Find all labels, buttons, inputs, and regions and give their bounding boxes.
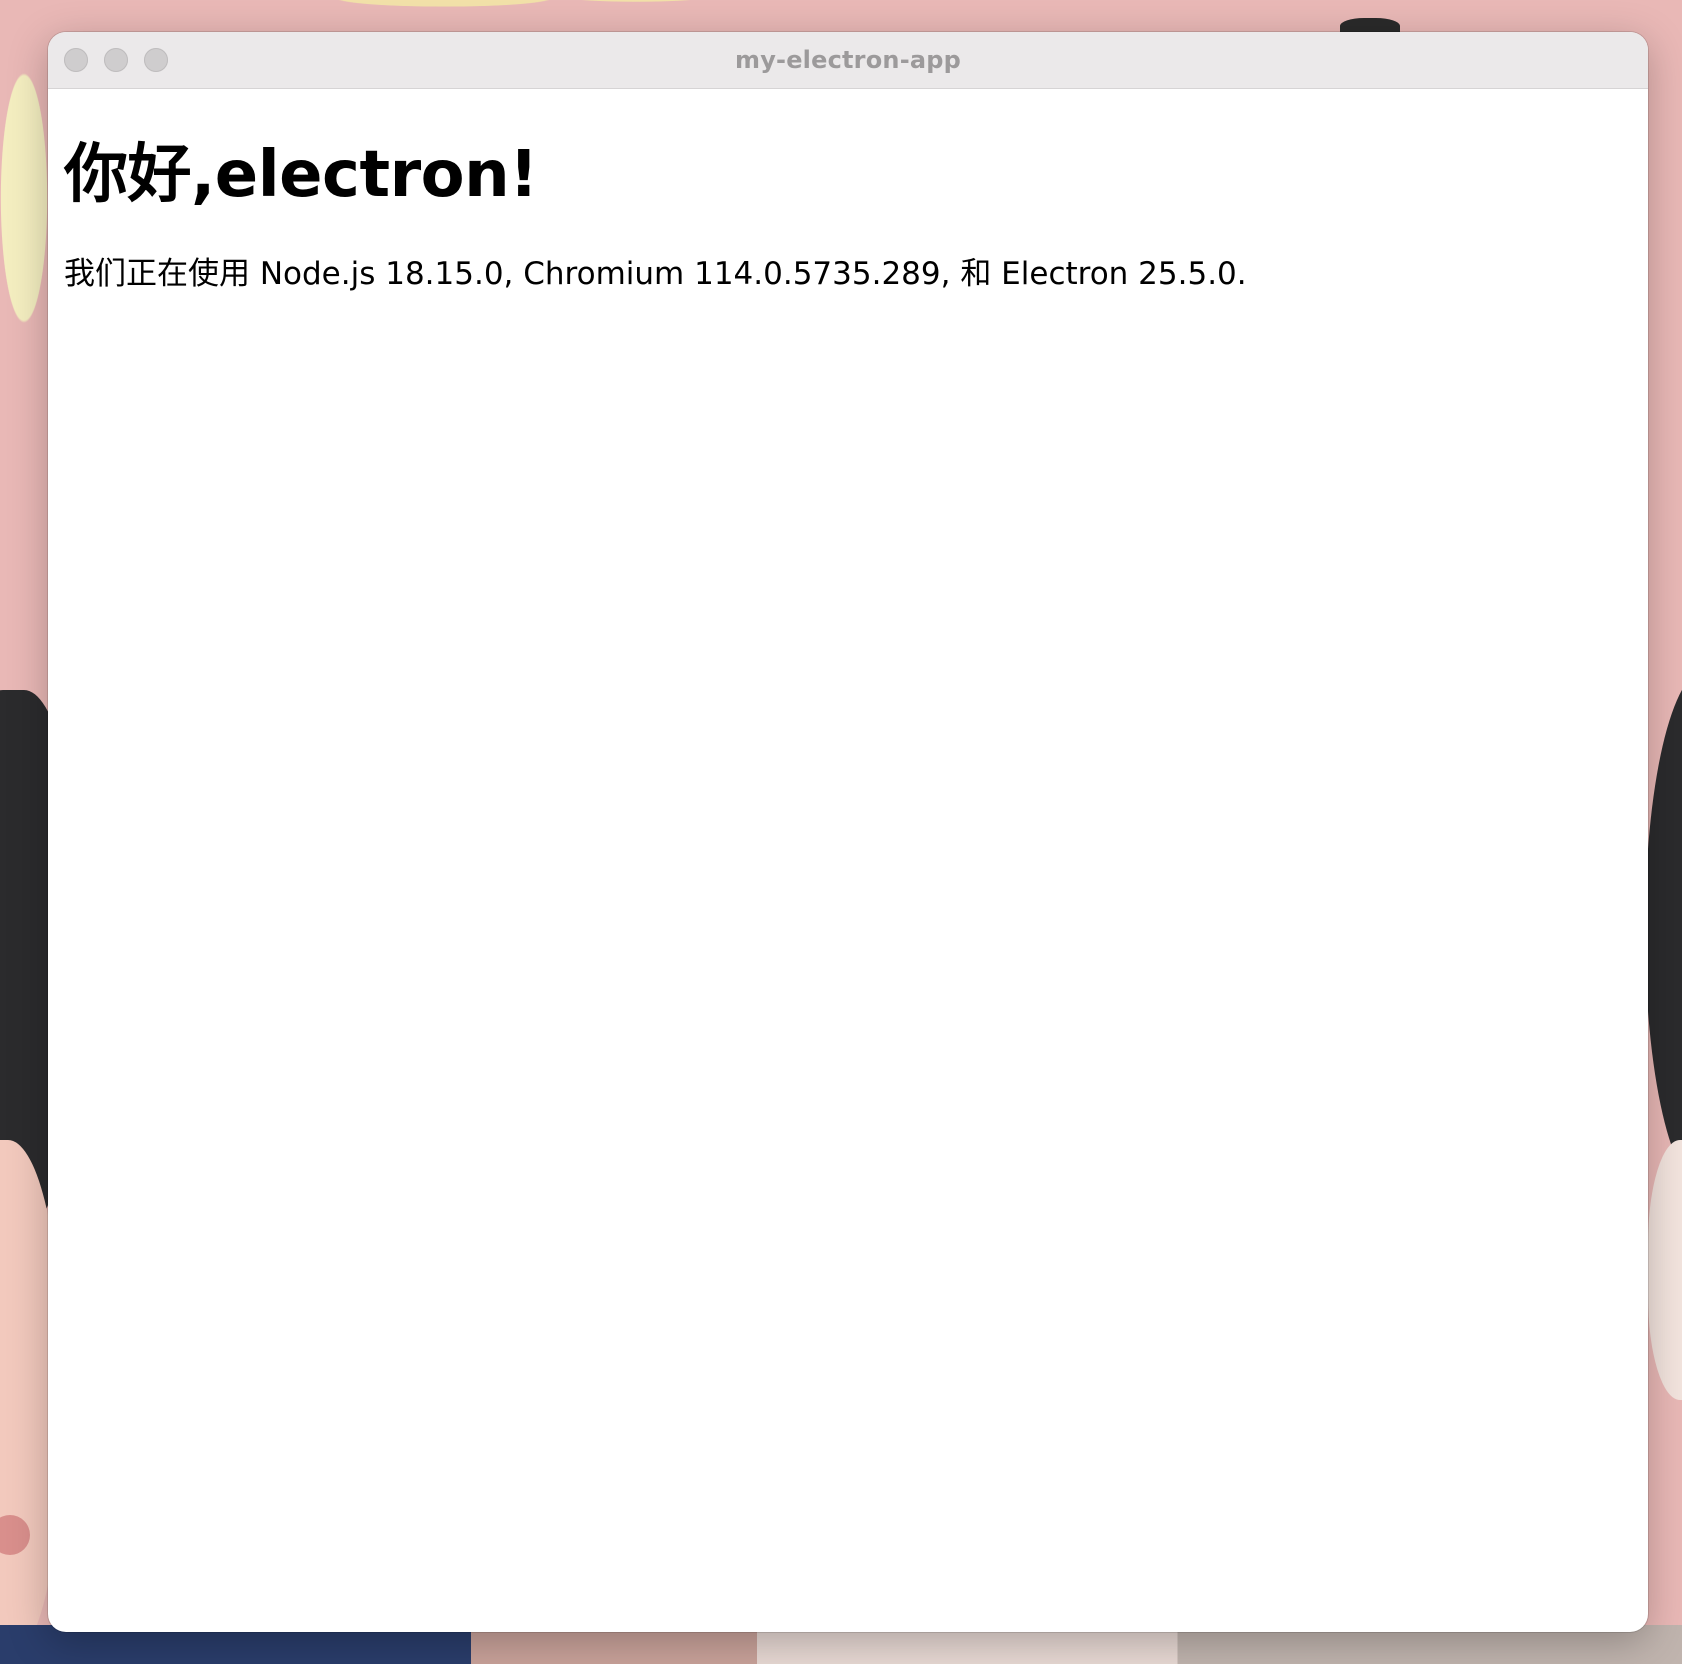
page-heading: 你好,electron! bbox=[64, 138, 538, 212]
page-content: 你好,electron! 我们正在使用 Node.js 18.15.0, Chr… bbox=[48, 137, 1648, 294]
desktop: my-electron-app 你好,electron! 我们正在使用 Node… bbox=[0, 0, 1682, 1664]
window-title: my-electron-app bbox=[734, 46, 962, 74]
window-titlebar[interactable]: my-electron-app bbox=[48, 32, 1648, 89]
versions-text: 我们正在使用 Node.js 18.15.0, Chromium 114.0.5… bbox=[64, 255, 1247, 292]
app-window: my-electron-app 你好,electron! 我们正在使用 Node… bbox=[48, 32, 1648, 1632]
wallpaper-decoration bbox=[1645, 670, 1682, 1190]
wallpaper-decoration bbox=[300, 0, 780, 25]
wallpaper-decoration bbox=[1648, 1140, 1682, 1400]
